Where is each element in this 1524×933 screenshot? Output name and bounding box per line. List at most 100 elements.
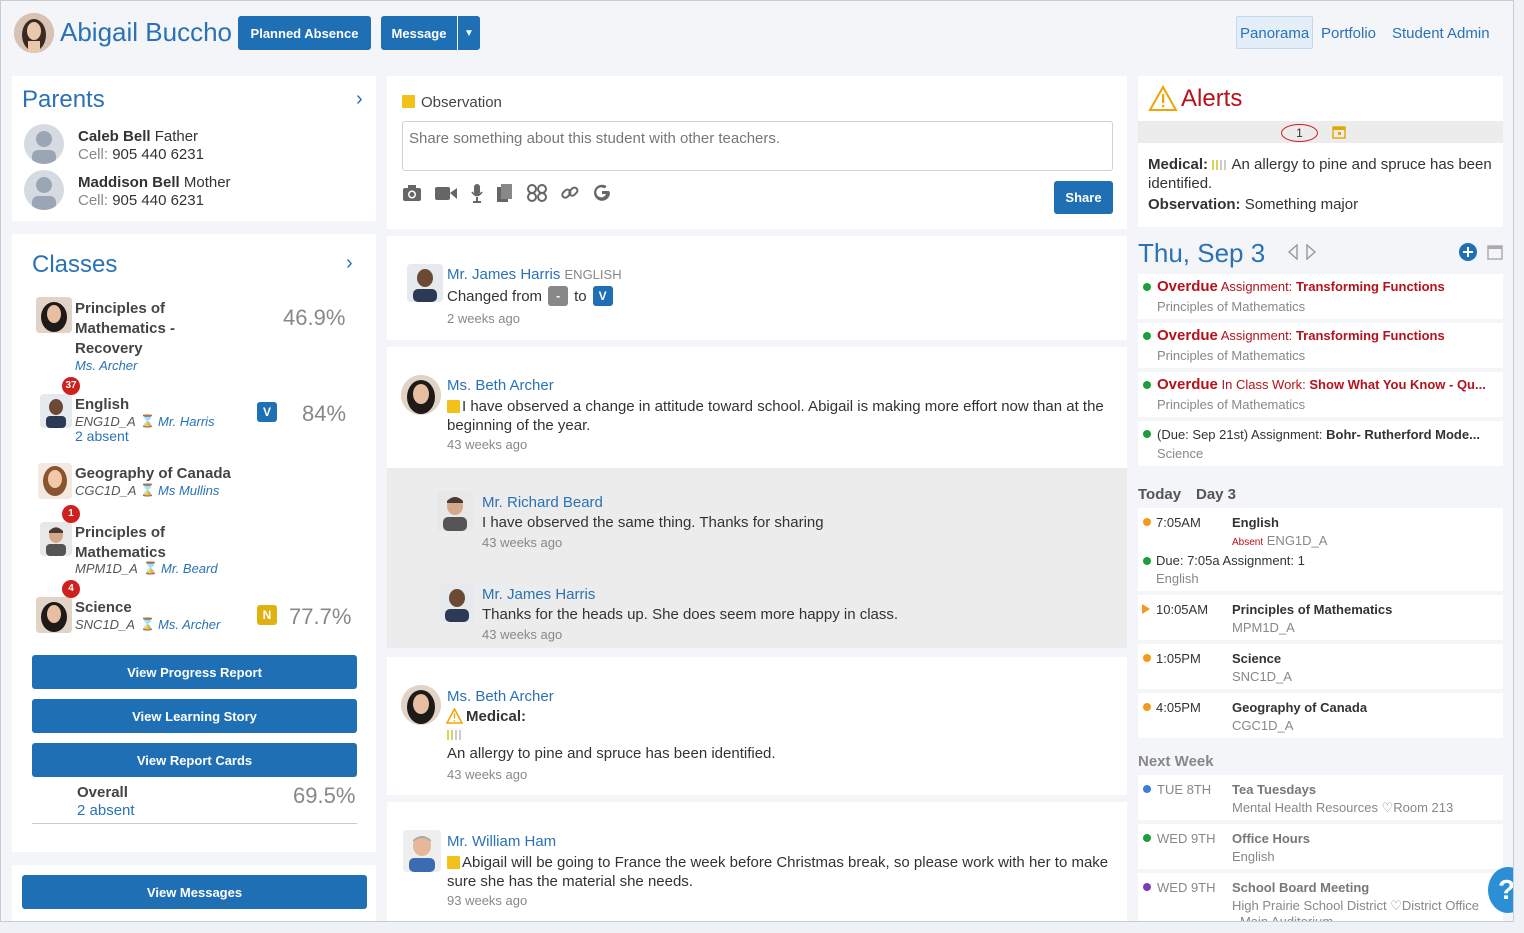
share-button[interactable]: Share (1054, 181, 1113, 214)
medical-label: Medical: (1148, 156, 1209, 173)
timestamp: 43 weeks ago (482, 627, 563, 642)
classes-chevron-right-icon[interactable]: › (346, 252, 353, 275)
nav-panorama[interactable]: Panorama (1240, 25, 1309, 42)
calendar-icon[interactable] (1332, 125, 1346, 139)
planned-absence-button[interactable]: Planned Absence (238, 16, 371, 50)
event-title: School Board Meeting (1232, 880, 1370, 895)
class-teacher[interactable]: Mr. Harris (158, 414, 215, 429)
event-item[interactable]: WED 9TH Office Hours English (1138, 824, 1503, 869)
alert-observation[interactable]: Observation: Something major (1148, 196, 1358, 213)
overall-absent[interactable]: 2 absent (77, 802, 135, 819)
status-tag: V (257, 402, 277, 422)
subject-label: ENGLISH (564, 267, 622, 282)
parent-relation: Father (154, 128, 199, 145)
class-name[interactable]: Principles of Mathematics - Recovery (75, 299, 225, 359)
view-report-cards-button[interactable]: View Report Cards (32, 743, 357, 777)
schedule-item[interactable]: 7:05AM English Absent ENG1D_A Due: 7:05a… (1138, 508, 1503, 591)
author-name[interactable]: Ms. Beth Archer (447, 377, 554, 394)
parent-cell: 905 440 6231 (112, 146, 204, 163)
status-dot (1143, 785, 1151, 793)
class-name[interactable]: Geography of Canada (75, 465, 231, 482)
event-sub: Mental Health Resources (1232, 800, 1378, 815)
view-messages-button[interactable]: View Messages (22, 875, 367, 909)
notification-badge: 1 (62, 505, 80, 523)
status-dot (1143, 883, 1151, 891)
message-dropdown[interactable]: ▼ (458, 16, 480, 50)
severity-bars-icon (1212, 160, 1227, 171)
timestamp: 43 weeks ago (482, 535, 563, 550)
observation-composer: Observation Share something about this s… (387, 76, 1127, 229)
classes-card: Classes › Principles of Mathematics - Re… (12, 234, 376, 852)
class-name[interactable]: Science (75, 599, 132, 616)
user-placeholder-icon (24, 170, 64, 210)
schedule-item[interactable]: 10:05AM Principles of Mathematics MPM1D_… (1138, 595, 1503, 640)
class-name[interactable]: English (75, 396, 129, 413)
message-button[interactable]: Message (381, 16, 457, 50)
teacher-avatar (36, 597, 72, 633)
change-text: Changed from (447, 287, 543, 305)
status-dot (1143, 654, 1151, 662)
class-name[interactable]: Principles of Mathematics (75, 523, 225, 563)
schedule-due: Due: 7:05a Assignment: 1 (1156, 553, 1305, 568)
google-icon[interactable] (592, 183, 612, 203)
agenda-date: Thu, Sep 3 (1138, 238, 1266, 268)
alert-medical[interactable]: Medical: An allergy to pine and spruce h… (1148, 155, 1493, 193)
status-dot (1143, 703, 1151, 711)
link-icon[interactable] (560, 183, 580, 203)
class-teacher[interactable]: Ms Mullins (158, 483, 219, 498)
nav-portfolio[interactable]: Portfolio (1321, 25, 1376, 42)
warning-icon (1148, 85, 1178, 111)
agenda-item[interactable]: Overdue In Class Work: Show What You Kno… (1138, 372, 1503, 417)
class-code: CGC1D_A (75, 483, 137, 498)
schedule-item[interactable]: 4:05PM Geography of Canada CGC1D_A (1138, 693, 1503, 738)
schedule-item[interactable]: 1:05PM Science SNC1D_A (1138, 644, 1503, 689)
hourglass-icon: ⌛ (140, 617, 155, 631)
user-placeholder-icon (24, 124, 64, 164)
schedule-time: 1:05PM (1156, 651, 1201, 666)
class-teacher[interactable]: Ms. Archer (75, 358, 137, 373)
view-progress-report-button[interactable]: View Progress Report (32, 655, 357, 689)
app-window: Abigail Buccho Planned Absence Message ▼… (0, 0, 1514, 922)
alert-count[interactable]: 1 (1281, 124, 1318, 142)
microphone-icon[interactable] (470, 183, 484, 203)
dropbox-icon[interactable] (526, 183, 548, 203)
class-teacher[interactable]: Ms. Archer (158, 617, 220, 632)
view-learning-story-button[interactable]: View Learning Story (32, 699, 357, 733)
parents-chevron-right-icon[interactable]: › (356, 88, 363, 111)
schedule-code: CGC1D_A (1232, 718, 1294, 733)
reply-avatar (437, 491, 473, 531)
next-week-label: Next Week (1138, 753, 1214, 770)
calendar-icon[interactable] (1487, 243, 1503, 260)
nav-student-admin[interactable]: Student Admin (1392, 25, 1490, 42)
author-name[interactable]: Mr. William Ham (447, 833, 556, 850)
agenda-item[interactable]: Overdue Assignment: Transforming Functio… (1138, 274, 1503, 319)
agenda-item[interactable]: Overdue Assignment: Transforming Functio… (1138, 323, 1503, 368)
hourglass-icon: ⌛ (143, 561, 158, 575)
prev-day-icon[interactable] (1287, 244, 1299, 260)
documents-icon[interactable] (496, 183, 514, 203)
author-name[interactable]: Mr. James Harris (447, 266, 560, 283)
event-sub: English (1232, 849, 1275, 864)
author-name[interactable]: Ms. Beth Archer (447, 688, 554, 705)
agenda-type: Assignment: (1220, 279, 1293, 294)
next-day-icon[interactable] (1305, 244, 1317, 260)
schedule-code: ENG1D_A (1266, 533, 1328, 548)
absent-label: Absent (1232, 537, 1264, 548)
author-avatar (403, 830, 441, 872)
parents-card: Parents › Caleb Bell Father Cell: 905 44… (12, 76, 376, 221)
author-avatar (401, 375, 441, 415)
class-grade: 46.9% (283, 305, 346, 330)
event-item[interactable]: TUE 8TH Tea Tuesdays Mental Health Resou… (1138, 775, 1503, 820)
add-icon[interactable] (1459, 243, 1477, 261)
video-icon[interactable] (434, 185, 458, 201)
event-item[interactable]: WED 9TH School Board Meeting High Prairi… (1138, 873, 1503, 921)
camera-icon[interactable] (402, 184, 422, 202)
agenda-item[interactable]: (Due: Sep 21st) Assignment: Bohr- Ruther… (1138, 421, 1503, 466)
class-teacher[interactable]: Mr. Beard (161, 561, 218, 576)
class-absent[interactable]: 2 absent (75, 428, 129, 444)
from-tag: - (548, 286, 569, 306)
timestamp: 43 weeks ago (447, 437, 528, 452)
observation-input[interactable]: Share something about this student with … (402, 121, 1113, 171)
reply-author[interactable]: Mr. James Harris (482, 586, 595, 603)
reply-author[interactable]: Mr. Richard Beard (482, 494, 603, 511)
